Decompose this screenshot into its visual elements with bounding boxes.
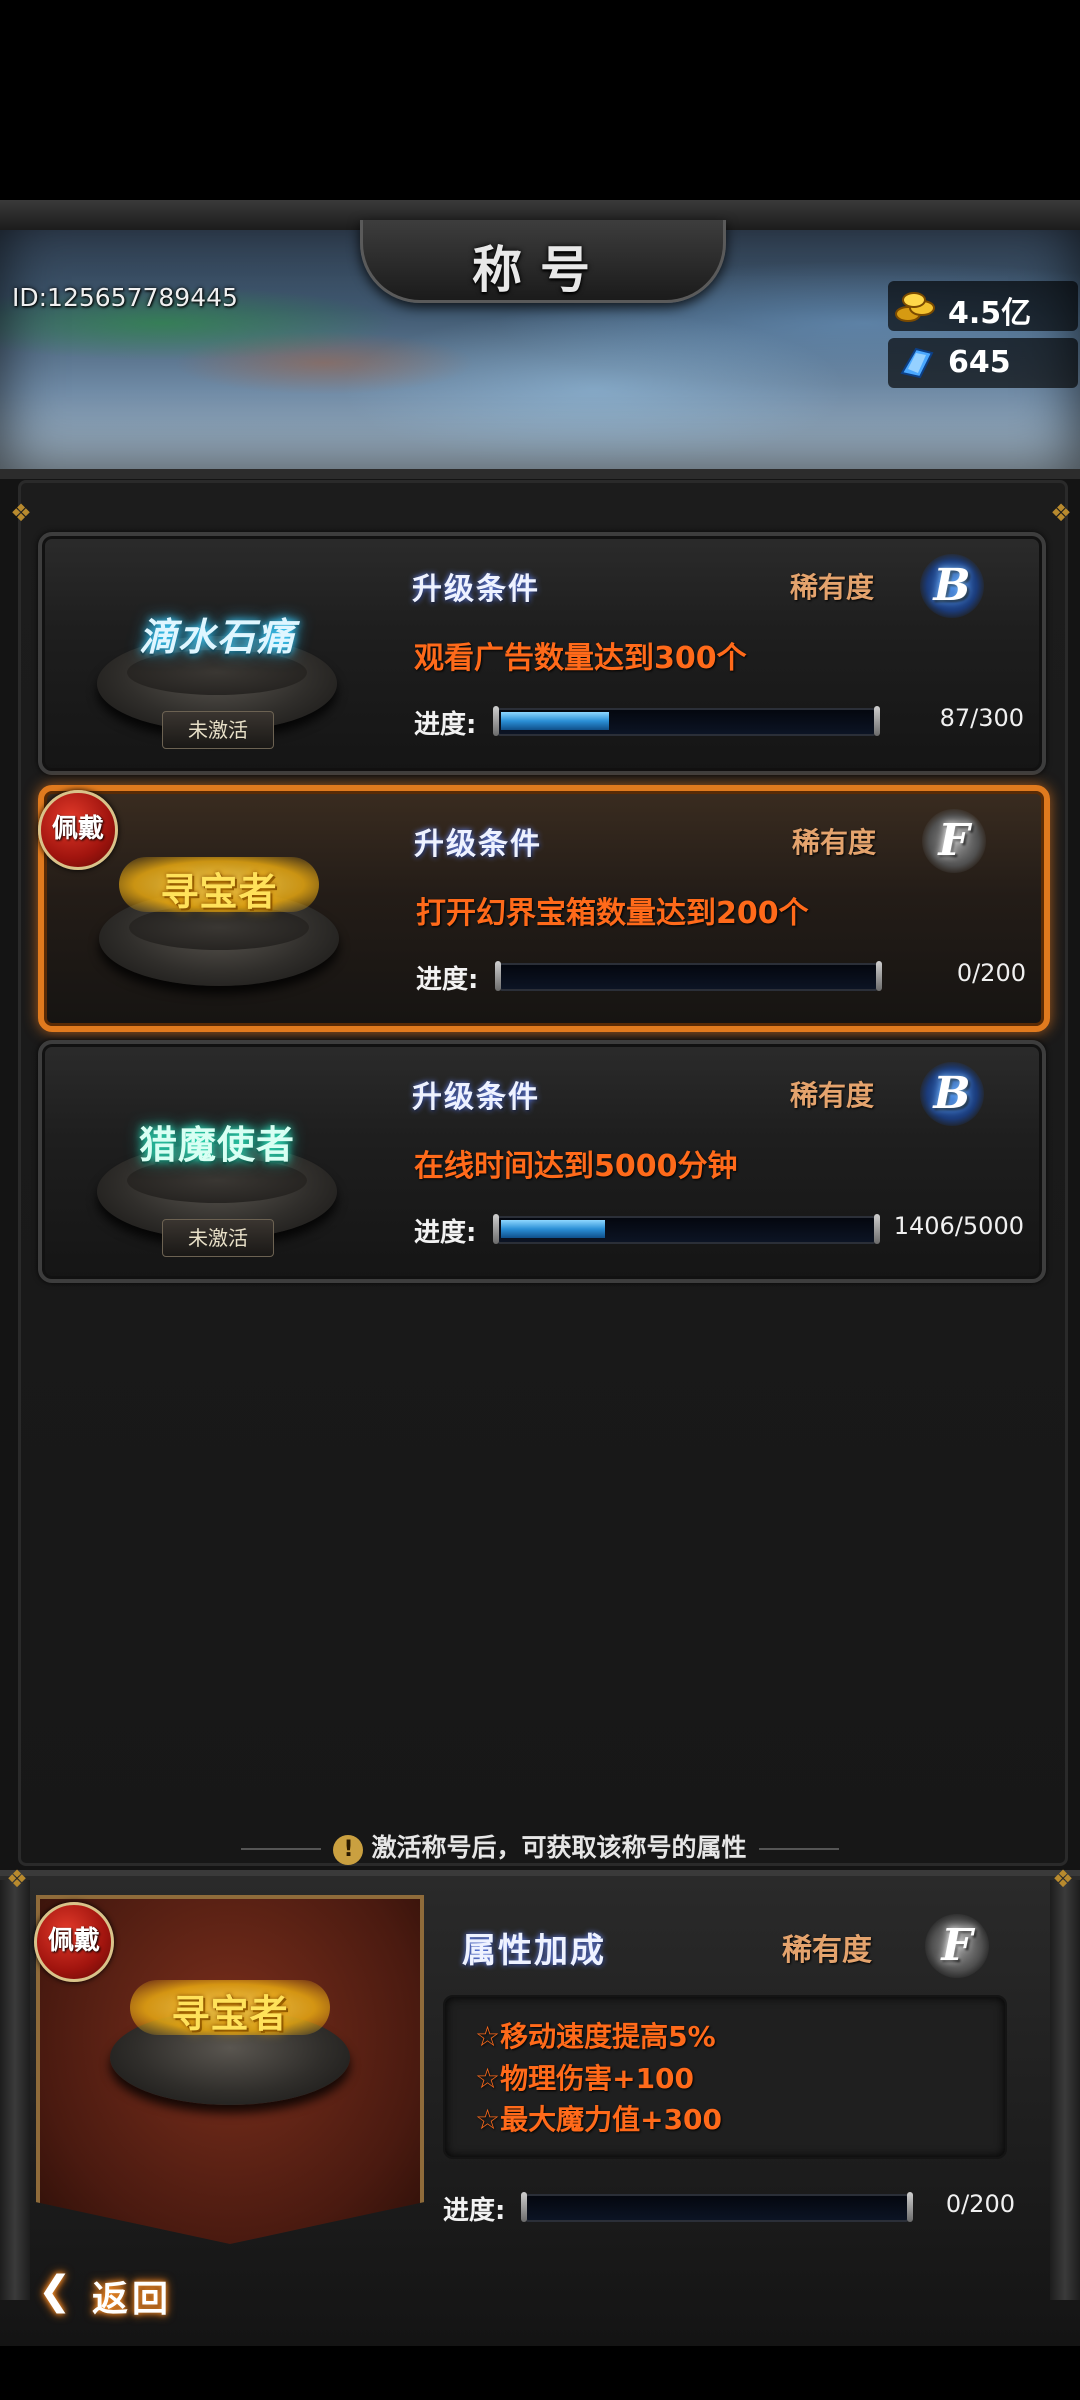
progress-fill (501, 712, 609, 730)
progress-count: 0/200 (956, 959, 1026, 987)
corner-ornament-icon: ❖ (10, 499, 32, 527)
corner-ornament-icon: ❖ (1052, 1865, 1074, 1893)
condition-text: 在线时间达到5000分钟 (414, 1149, 738, 1184)
progress-label: 进度: (414, 710, 477, 740)
rarity-f-icon: F (925, 1914, 989, 1978)
info-text: 激活称号后，可获取该称号的属性 (371, 1833, 747, 1862)
inactive-status: 未激活 (162, 711, 274, 749)
back-button-label: 返回 (92, 2279, 173, 2320)
title-card-2[interactable]: 寻宝者 升级条件 稀有度 F 打开幻界宝箱数量达到200个 进度: 0/200 (38, 785, 1050, 1032)
corner-ornament-icon: ❖ (6, 1865, 28, 1893)
divider-line (241, 1848, 322, 1850)
attribute-header: 属性加成 (462, 1931, 606, 1971)
back-arrow-icon: ❮ (38, 2268, 72, 2314)
left-pillar (0, 1880, 30, 2300)
progress-label: 进度: (443, 2196, 506, 2226)
badge-name: 猎魔使者 (138, 1123, 295, 1167)
gem-value: 645 (948, 345, 1011, 380)
gem-currency[interactable]: 645 (888, 338, 1078, 388)
equipped-badge: 佩戴 (38, 790, 118, 870)
rarity-label: 稀有度 (782, 1933, 872, 1968)
progress-label: 进度: (414, 1218, 477, 1248)
condition-text: 观看广告数量达到300个 (414, 641, 747, 676)
exclamation-icon: ! (333, 1835, 364, 1865)
progress-count: 1406/5000 (893, 1212, 1024, 1240)
progress-fill (501, 1220, 605, 1238)
corner-ornament-icon: ❖ (1050, 499, 1072, 527)
rarity-b-icon: B (920, 1062, 984, 1126)
rarity-b-icon: B (920, 554, 984, 618)
divider-line (758, 1848, 839, 1850)
attribute-item: ☆移动速度提高5% (475, 2020, 716, 2053)
gold-currency[interactable]: 4.5亿 (888, 281, 1078, 331)
progress-count: 87/300 (939, 704, 1024, 732)
condition-text: 打开幻界宝箱数量达到200个 (416, 896, 809, 931)
progress-bar (493, 706, 880, 736)
detail-badge-name: 寻宝者 (171, 1992, 289, 2036)
progress-count: 0/200 (945, 2190, 1015, 2218)
title-card-1[interactable]: 滴水石痛 未激活 升级条件 稀有度 B 观看广告数量达到300个 进度: 87/… (38, 532, 1046, 775)
rarity-label: 稀有度 (790, 571, 875, 604)
equipped-badge: 佩戴 (34, 1902, 114, 1982)
rarity-label: 稀有度 (792, 826, 877, 859)
progress-bar (493, 1214, 880, 1244)
gold-coins-icon (895, 292, 935, 322)
attribute-item: ☆最大魔力值+300 (475, 2103, 723, 2136)
gold-value: 4.5亿 (948, 296, 1032, 331)
condition-header: 升级条件 (412, 1080, 540, 1115)
badge-name: 滴水石痛 (138, 615, 295, 659)
condition-header: 升级条件 (412, 572, 540, 607)
blue-crystal-icon (900, 347, 934, 379)
progress-bar (495, 961, 882, 991)
rarity-label: 稀有度 (790, 1079, 875, 1112)
inactive-status: 未激活 (162, 1219, 274, 1257)
rarity-f-icon: F (922, 809, 986, 873)
badge-name: 寻宝者 (160, 870, 278, 914)
progress-label: 进度: (416, 965, 479, 995)
attribute-item: ☆物理伤害+100 (475, 2062, 695, 2095)
right-pillar (1050, 1880, 1080, 2300)
info-bar: ! 激活称号后，可获取该称号的属性 (210, 1828, 870, 1865)
title-card-3[interactable]: 猎魔使者 未激活 升级条件 稀有度 B 在线时间达到5000分钟 进度: 140… (38, 1040, 1046, 1283)
user-id: ID:125657789445 (12, 283, 238, 312)
progress-bar (521, 2192, 913, 2222)
attribute-list: ☆移动速度提高5% ☆物理伤害+100 ☆最大魔力值+300 (443, 1995, 1007, 2159)
page-title: 称号 (472, 241, 608, 299)
condition-header: 升级条件 (414, 827, 542, 862)
